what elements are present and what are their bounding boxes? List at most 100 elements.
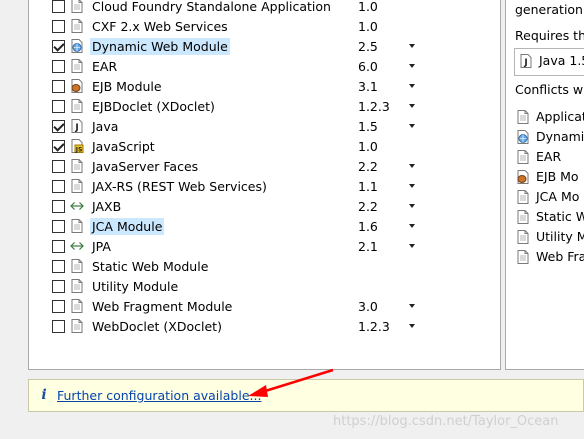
doc-icon (70, 0, 84, 13)
doc-icon (70, 19, 84, 33)
version-dropdown-icon[interactable] (409, 184, 415, 188)
facet-version[interactable]: 2.5 (358, 38, 378, 55)
facet-row[interactable]: CXF 2.x Web Services 1.0 (29, 16, 499, 36)
facet-checkbox[interactable] (52, 100, 65, 113)
facet-version[interactable]: 2.2 (358, 158, 378, 175)
facet-row[interactable]: Cloud Foundry Standalone Application 1.0 (29, 0, 499, 16)
facet-checkbox[interactable] (52, 280, 65, 293)
facet-row[interactable]: EAR 6.0 (29, 56, 499, 76)
facet-row[interactable]: Static Web Module (29, 256, 499, 276)
facet-row[interactable]: WebDoclet (XDoclet) 1.2.3 (29, 316, 499, 336)
facet-name[interactable]: Utility Module (90, 278, 180, 295)
facet-checkbox[interactable] (52, 260, 65, 273)
project-facets-list[interactable]: Cloud Foundry Standalone Application 1.0 C… (28, 0, 501, 370)
version-dropdown-icon[interactable] (409, 64, 415, 68)
facet-name[interactable]: Static Web Module (90, 258, 210, 275)
ejb-icon (70, 79, 84, 93)
doc-icon (70, 159, 84, 173)
facet-name[interactable]: JAXB (90, 198, 123, 215)
facet-checkbox[interactable] (52, 120, 65, 133)
requires-heading: Requires the (515, 28, 584, 43)
facet-checkbox[interactable] (52, 40, 65, 53)
facet-name[interactable]: Web Fragment Module (90, 298, 234, 315)
facet-row[interactable]: JAXB 2.2 (29, 196, 499, 216)
version-dropdown-icon[interactable] (409, 244, 415, 248)
facet-checkbox[interactable] (52, 60, 65, 73)
facet-row[interactable]: Web Fragment Module 3.0 (29, 296, 499, 316)
facet-version[interactable]: 6.0 (358, 58, 378, 75)
version-dropdown-icon[interactable] (409, 44, 415, 48)
facet-name[interactable]: EJBDoclet (XDoclet) (90, 98, 217, 115)
version-dropdown-icon[interactable] (409, 104, 415, 108)
facet-checkbox[interactable] (52, 320, 65, 333)
facet-checkbox[interactable] (52, 300, 65, 313)
facet-name[interactable]: Dynamic Web Module (90, 38, 230, 55)
facet-version[interactable]: 1.0 (358, 18, 378, 35)
facet-name[interactable]: JavaServer Faces (90, 158, 200, 175)
java-icon: J (70, 119, 84, 133)
facet-name[interactable]: JavaScript (90, 138, 157, 155)
version-dropdown-icon[interactable] (409, 204, 415, 208)
conflict-item: Utility M (516, 227, 584, 245)
facet-version[interactable]: 1.2.3 (358, 318, 390, 335)
facet-row[interactable]: JS JavaScript 1.0 (29, 136, 499, 156)
facet-row[interactable]: JPA 2.1 (29, 236, 499, 256)
facet-checkbox[interactable] (52, 180, 65, 193)
facet-name[interactable]: JAX-RS (REST Web Services) (90, 178, 269, 195)
facet-version[interactable]: 3.1 (358, 78, 378, 95)
doc-icon (70, 179, 84, 193)
version-dropdown-icon[interactable] (409, 164, 415, 168)
version-dropdown-icon[interactable] (409, 124, 415, 128)
facet-version[interactable]: 2.2 (358, 198, 378, 215)
facet-name[interactable]: JCA Module (90, 218, 165, 235)
conflict-item-label: Dynami (536, 129, 584, 144)
svg-text:J: J (523, 58, 527, 68)
facet-name[interactable]: EJB Module (90, 78, 164, 95)
facet-name[interactable]: Java (90, 118, 120, 135)
facet-name[interactable]: CXF 2.x Web Services (90, 18, 230, 35)
facet-version[interactable]: 1.6 (358, 218, 378, 235)
facet-checkbox[interactable] (52, 220, 65, 233)
facet-row[interactable]: EJBDoclet (XDoclet) 1.2.3 (29, 96, 499, 116)
facet-name[interactable]: WebDoclet (XDoclet) (90, 318, 224, 335)
facet-name[interactable]: Cloud Foundry Standalone Application (90, 0, 333, 15)
version-dropdown-icon[interactable] (409, 324, 415, 328)
requires-item-label: Java 1.5 (539, 53, 584, 68)
facet-description: generation o (515, 2, 584, 17)
doc-icon (516, 250, 530, 264)
facet-checkbox[interactable] (52, 200, 65, 213)
facet-checkbox[interactable] (52, 80, 65, 93)
facet-version[interactable]: 1.1 (358, 178, 378, 195)
conflict-item-label: JCA Mo (536, 189, 580, 204)
facet-version[interactable]: 2.1 (358, 238, 378, 255)
facet-row[interactable]: JavaServer Faces 2.2 (29, 156, 499, 176)
facet-details-panel: generation o Requires the J Java 1.5 Con… (505, 0, 584, 370)
facet-row[interactable]: JAX-RS (REST Web Services) 1.1 (29, 176, 499, 196)
further-configuration-link[interactable]: Further configuration available... (57, 387, 261, 404)
facet-version[interactable]: 3.0 (358, 298, 378, 315)
doc-icon (70, 219, 84, 233)
conflict-item: Web Fra (516, 247, 584, 265)
watermark: https://blog.csdn.net/Taylor_Ocean (333, 414, 559, 429)
facet-row[interactable]: J Java 1.5 (29, 116, 499, 136)
facet-name[interactable]: JPA (90, 238, 113, 255)
facet-row[interactable]: JCA Module 1.6 (29, 216, 499, 236)
requires-item: J Java 1.5 (519, 51, 584, 69)
facet-checkbox[interactable] (52, 240, 65, 253)
version-dropdown-icon[interactable] (409, 84, 415, 88)
doc-icon (516, 150, 530, 164)
facet-checkbox[interactable] (52, 160, 65, 173)
facet-checkbox[interactable] (52, 0, 65, 13)
facet-row[interactable]: Utility Module (29, 276, 499, 296)
facet-version[interactable]: 1.0 (358, 0, 378, 15)
version-dropdown-icon[interactable] (409, 304, 415, 308)
facet-row[interactable]: EJB Module 3.1 (29, 76, 499, 96)
facet-version[interactable]: 1.2.3 (358, 98, 390, 115)
facet-version[interactable]: 1.5 (358, 118, 378, 135)
facet-row[interactable]: Dynamic Web Module 2.5 (29, 36, 499, 56)
facet-version[interactable]: 1.0 (358, 138, 378, 155)
facet-name[interactable]: EAR (90, 58, 119, 75)
facet-checkbox[interactable] (52, 20, 65, 33)
facet-checkbox[interactable] (52, 140, 65, 153)
version-dropdown-icon[interactable] (409, 224, 415, 228)
